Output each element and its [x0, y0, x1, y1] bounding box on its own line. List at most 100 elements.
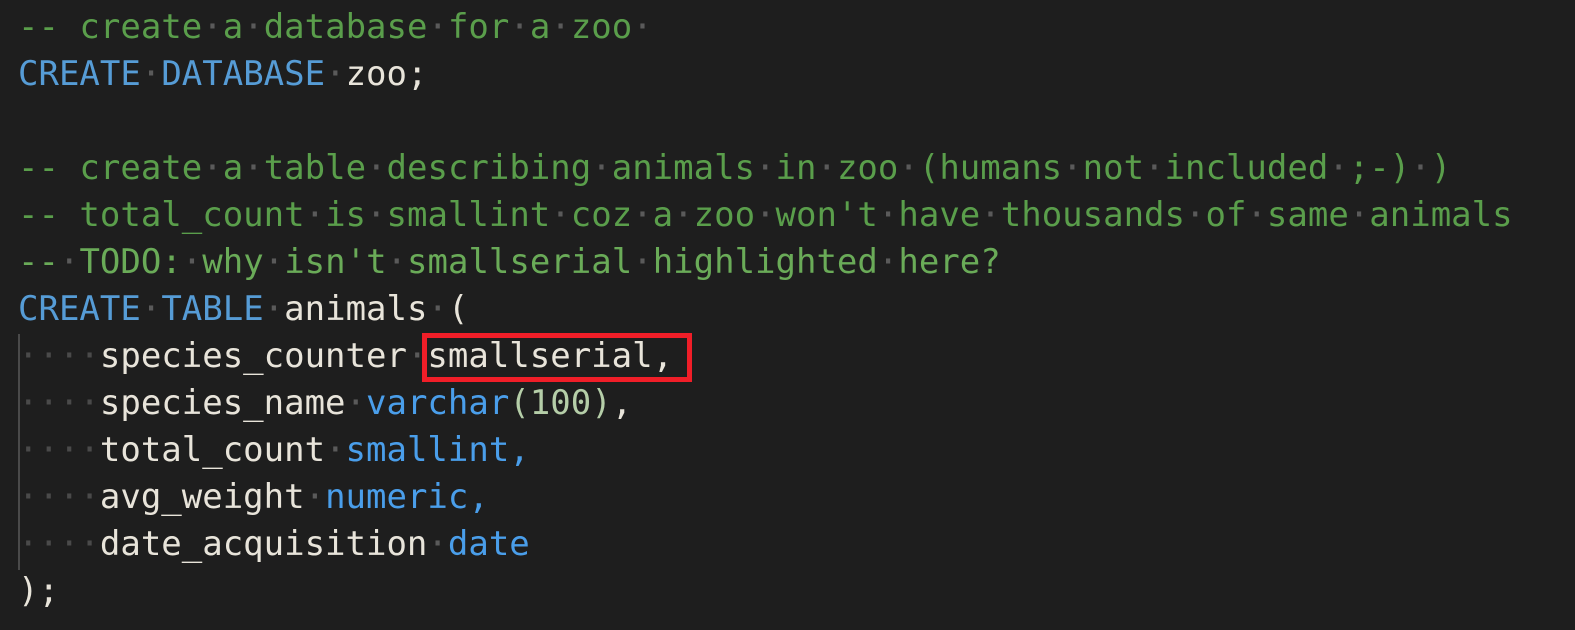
code-token: DATABASE	[161, 54, 326, 94]
code-token: ·	[550, 195, 571, 235]
code-token: --	[18, 242, 59, 282]
code-editor[interactable]: -- create·a·database·for·a·zoo· CREATE·DA…	[0, 0, 1575, 630]
code-token: ·	[427, 524, 448, 564]
code-token: --	[18, 148, 80, 188]
code-line[interactable]: --·TODO:·why·isn't·smallserial·highlight…	[18, 239, 1575, 286]
code-token: ·	[877, 242, 899, 282]
code-line[interactable]: -- create·a·database·for·a·zoo·	[18, 4, 1575, 51]
code-token: ·	[673, 195, 694, 235]
code-token: included	[1164, 148, 1329, 188]
code-token: date	[447, 524, 530, 564]
code-token: thousands	[1000, 195, 1185, 235]
code-token: animals	[611, 148, 756, 188]
code-token: ·	[1348, 195, 1370, 235]
code-token: smallserial	[407, 242, 633, 282]
code-token: --	[18, 7, 80, 47]
code-token: ·	[1246, 195, 1267, 235]
code-token: ·	[427, 289, 448, 329]
code-token: here?	[898, 242, 1001, 282]
code-token: TABLE	[161, 289, 264, 329]
code-token: isn't	[284, 242, 387, 282]
code-token: ·	[632, 242, 653, 282]
code-line[interactable]	[18, 98, 1575, 145]
code-token: zoo	[570, 7, 633, 47]
code-token: ·	[1062, 148, 1083, 188]
code-token: ·	[1144, 148, 1165, 188]
code-token: CREATE	[18, 54, 141, 94]
code-token: ·	[1328, 148, 1349, 188]
code-line[interactable]: CREATE·TABLE·animals·(	[18, 286, 1575, 333]
code-line[interactable]: -- total_count·is·smallint·coz·a·zoo·won…	[18, 192, 1575, 239]
code-token: TODO:	[79, 242, 182, 282]
code-token: a	[222, 148, 244, 188]
code-token: ·	[632, 195, 653, 235]
code-token: animals	[284, 289, 428, 329]
code-token: ····	[18, 430, 100, 470]
code-token: ·	[816, 148, 837, 188]
code-token: ;-)	[1348, 148, 1411, 188]
code-token: highlighted	[652, 242, 878, 282]
code-token: ·	[243, 148, 264, 188]
code-token: ·	[58, 242, 80, 282]
code-token: ·	[1410, 148, 1431, 188]
code-line[interactable]: -- create·a·table·describing·animals·in·…	[18, 145, 1575, 192]
code-token: why	[202, 242, 264, 282]
code-token: a	[529, 7, 551, 47]
code-token: species_name	[99, 383, 346, 423]
code-token: create	[79, 148, 203, 188]
code-content[interactable]: -- create·a·database·for·a·zoo· CREATE·DA…	[18, 4, 1575, 615]
code-token: ·	[632, 7, 653, 47]
code-token: (humans	[918, 148, 1063, 188]
code-token: ·	[304, 477, 326, 517]
code-token: (	[509, 383, 530, 423]
code-token: ·	[1185, 195, 1206, 235]
code-token: ·	[140, 54, 162, 94]
code-token: animals	[1369, 195, 1513, 235]
code-line[interactable]: CREATE·DATABASE·zoo;	[18, 51, 1575, 98]
code-token: ·	[755, 148, 776, 188]
code-token: smallint	[386, 195, 551, 235]
code-token: zoo	[836, 148, 899, 188]
code-line[interactable]: );	[18, 568, 1575, 615]
code-line[interactable]: ····total_count·smallint,	[18, 427, 1575, 474]
code-token: total_count	[79, 195, 305, 235]
code-token: a	[652, 195, 674, 235]
code-token: ·	[591, 148, 612, 188]
code-token: ·	[140, 289, 162, 329]
code-token: table	[263, 148, 367, 188]
code-line[interactable]: ····avg_weight·numeric,	[18, 474, 1575, 521]
code-token: ·	[509, 7, 530, 47]
code-token: varchar	[366, 383, 510, 423]
code-token: create	[79, 7, 203, 47]
code-token: ·	[877, 195, 899, 235]
code-token: is	[325, 195, 367, 235]
code-token: ·	[345, 383, 367, 423]
code-token: have	[898, 195, 981, 235]
code-token: for	[447, 7, 510, 47]
code-token: );	[18, 571, 59, 611]
code-token: ,	[611, 383, 633, 423]
code-token: won't	[775, 195, 878, 235]
code-token: a	[222, 7, 244, 47]
code-line[interactable]: ····species_counter·smallserial,	[18, 333, 1575, 380]
code-token: ·	[325, 430, 346, 470]
code-token: database	[263, 7, 428, 47]
code-token: ·	[366, 195, 387, 235]
code-line[interactable]: ····species_name·varchar(100),	[18, 380, 1575, 427]
code-token: (	[447, 289, 469, 329]
code-token: zoo;	[345, 54, 428, 94]
code-token: ·	[243, 7, 264, 47]
code-token: ·	[427, 7, 448, 47]
code-token: ····	[18, 336, 100, 376]
code-token: --	[18, 195, 80, 235]
code-token: zoo	[693, 195, 756, 235]
code-token: ·	[898, 148, 919, 188]
code-token: in	[775, 148, 817, 188]
code-token: ·	[980, 195, 1001, 235]
code-token: ·	[755, 195, 776, 235]
code-token: )	[1430, 148, 1452, 188]
code-line[interactable]: ····date_acquisition·date	[18, 521, 1575, 568]
code-token: numeric,	[325, 477, 489, 517]
code-token: avg_weight	[99, 477, 305, 517]
code-token: describing	[386, 148, 592, 188]
